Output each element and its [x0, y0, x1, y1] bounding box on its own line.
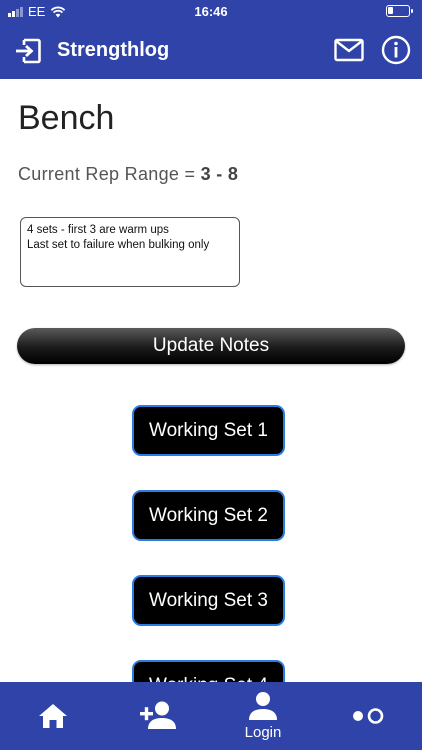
mail-icon[interactable]: [334, 38, 364, 62]
update-notes-button[interactable]: Update Notes: [17, 328, 405, 364]
working-set-1-button[interactable]: Working Set 1: [132, 405, 285, 456]
nav-toggle[interactable]: [328, 682, 408, 750]
working-set-2-button[interactable]: Working Set 2: [132, 490, 285, 541]
nav-add-user[interactable]: [118, 682, 198, 750]
working-set-4-button[interactable]: Working Set 4: [132, 660, 285, 682]
rep-range-label: Current Rep Range =: [18, 164, 201, 184]
bottom-nav: Login: [0, 682, 422, 750]
app-title: Strengthlog: [57, 39, 170, 61]
nav-login-label: Login: [244, 724, 282, 741]
app-header: Strengthlog: [0, 22, 422, 79]
sign-in-icon[interactable]: [14, 37, 42, 65]
toggle-icon: [353, 708, 384, 724]
rep-range-value: 3 - 8: [200, 164, 239, 184]
rep-range: Current Rep Range = 3 - 8: [18, 164, 238, 185]
main-content[interactable]: Bench Current Rep Range = 3 - 8 4 sets -…: [0, 79, 422, 682]
status-bar: EE 16:46: [0, 0, 422, 22]
info-icon[interactable]: [381, 35, 411, 65]
home-icon: [39, 704, 67, 728]
notes-textarea[interactable]: 4 sets - first 3 are warm ups Last set t…: [20, 217, 240, 287]
working-set-3-button[interactable]: Working Set 3: [132, 575, 285, 626]
status-time: 16:46: [194, 4, 228, 19]
nav-login[interactable]: Login: [223, 682, 303, 750]
person-icon: [249, 692, 277, 720]
nav-home[interactable]: [13, 682, 93, 750]
add-user-icon: [140, 701, 176, 729]
exercise-title: Bench: [18, 99, 115, 137]
battery-icon: [386, 5, 413, 17]
